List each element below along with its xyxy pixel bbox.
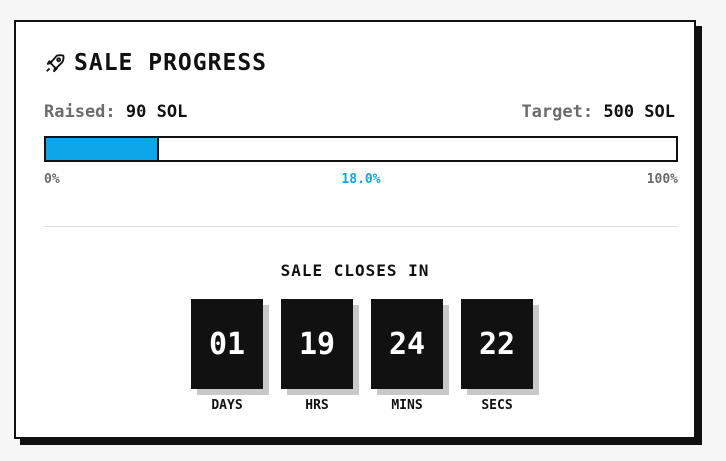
progress-bar-fill: [46, 138, 160, 160]
raised-value: 90 SOL: [125, 102, 188, 122]
target-value: 500 SOL: [603, 102, 675, 122]
scale-max-label: 100%: [646, 172, 678, 187]
progress-bar: [44, 136, 678, 162]
page-title: SALE PROGRESS: [74, 50, 268, 76]
target-label: Target:: [521, 102, 594, 122]
card-header: SALE PROGRESS: [44, 50, 267, 76]
countdown-value: 24: [371, 299, 443, 389]
scale-min-label: 0%: [44, 172, 60, 187]
raised-stat: Raised: 90 SOL: [44, 102, 187, 122]
countdown-value: 01: [191, 299, 263, 389]
countdown-hours: 19 HRS: [281, 299, 353, 413]
countdown-timer: 01 DAYS 19 HRS 24 MINS 22 SECS: [191, 299, 533, 413]
countdown-value: 19: [281, 299, 353, 389]
countdown-value: 22: [461, 299, 533, 389]
countdown-heading: SALE CLOSES IN: [280, 261, 430, 280]
section-divider: [44, 226, 678, 227]
countdown-days: 01 DAYS: [191, 299, 263, 413]
countdown-unit-label: DAYS: [211, 398, 243, 413]
countdown-unit-label: MINS: [391, 398, 423, 413]
sale-progress-card: SALE PROGRESS Raised: 90 SOL Target: 500…: [14, 20, 696, 439]
funding-summary: Raised: 90 SOL Target: 500 SOL: [44, 102, 675, 122]
raised-label: Raised:: [44, 102, 116, 122]
countdown-minutes: 24 MINS: [371, 299, 443, 413]
rocket-icon: [44, 52, 66, 74]
target-stat: Target: 500 SOL: [521, 102, 675, 122]
countdown-seconds: 22 SECS: [461, 299, 533, 413]
progress-percent: 18.0%: [341, 172, 381, 187]
countdown-unit-label: HRS: [305, 398, 329, 413]
countdown-unit-label: SECS: [481, 398, 513, 413]
